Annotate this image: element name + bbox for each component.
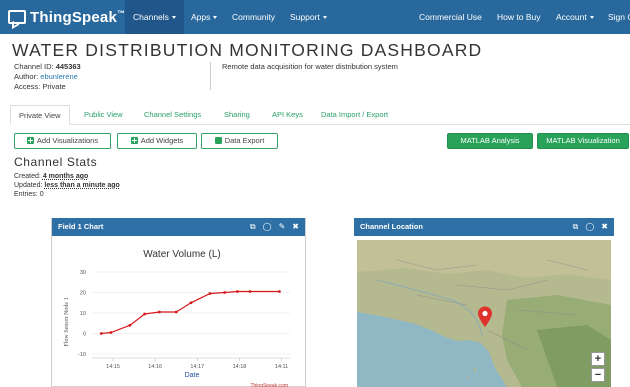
nav-community[interactable]: Community [232,0,275,34]
y-tick-label-3: 20 [80,291,86,297]
plus-icon [130,137,138,144]
field-1-chart-panel: Field 1 Chart ⧉ ◯ ✎ ✖ Water Volume (L) F… [51,218,306,387]
channel-stats: Created: 4 months ago Updated: less than… [14,173,120,198]
caret-down-icon [171,16,176,20]
thingspeak-credit: ThingSpeak.com [250,383,288,387]
data-point-11[interactable] [278,290,281,293]
field-1-line-chart: Water Volume (L) Flow Sensor Node 1 Date… [64,249,290,387]
comment-icon[interactable]: ◯ [585,218,594,236]
data-point-10[interactable] [248,290,252,293]
page-title: WATER DISTRIBUTION MONITORING DASHBOARD [12,40,483,60]
top-navbar: ThingSpeak™ Channels Apps Community Supp… [0,0,630,34]
data-point-7[interactable] [208,292,212,295]
nav-support[interactable]: Support [290,0,327,34]
tab-api-keys[interactable]: API Keys [272,105,303,125]
matlab-analysis-button[interactable]: MATLAB Analysis [447,133,533,149]
channel-stats-title: Channel Stats [14,155,98,169]
location-pin-icon[interactable] [477,306,493,328]
thingspeak-logo[interactable]: ThingSpeak™ [8,6,125,28]
nav-sign-out[interactable]: Sign O [608,0,630,34]
y-tick-label-2: 10 [80,311,86,317]
x-tick-label-0: 14:15 [106,364,120,370]
tab-channel-settings[interactable]: Channel Settings [144,105,201,125]
channel-location-panel: Channel Location ⧉ ◯ ✖ + − [354,218,614,387]
data-point-8[interactable] [223,291,227,294]
panel-header: Field 1 Chart ⧉ ◯ ✎ ✖ [52,218,305,236]
channel-meta: Channel ID: 445363 Author: ebunlerene Ac… [14,62,81,91]
panel-header: Channel Location ⧉ ◯ ✖ [354,218,614,236]
nav-apps[interactable]: Apps [191,0,218,34]
caret-down-icon [589,16,594,20]
nav-account[interactable]: Account [556,0,594,34]
data-export-button[interactable]: Data Export [201,133,278,149]
tab-public-view[interactable]: Public View [84,105,123,125]
close-icon[interactable]: ✖ [601,218,608,236]
data-point-6[interactable] [189,301,193,305]
add-visualizations-button[interactable]: Add Visualizations [14,133,111,149]
tab-data-import-export[interactable]: Data Import / Export [321,105,388,125]
entries-value: 0 [39,191,44,198]
y-tick-label-1: 0 [83,332,86,338]
close-icon[interactable]: ✖ [292,218,299,236]
data-point-3[interactable] [143,312,147,316]
data-point-5[interactable] [174,310,178,314]
created-value: 4 months ago [42,173,89,180]
caret-down-icon [322,16,327,20]
x-tick-label-1: 14:16 [148,364,162,370]
external-link-icon[interactable]: ⧉ [573,218,579,236]
data-point-4[interactable] [158,310,161,314]
x-tick-label-3: 14:18 [233,364,247,370]
y-axis-label: Flow Sensor Node 1 [64,297,70,346]
zoom-in-button[interactable]: + [591,352,605,366]
data-point-0[interactable] [99,332,103,335]
author-link[interactable]: ebunlerene [40,72,78,81]
plus-icon [26,137,34,144]
export-icon [214,137,222,144]
tab-sharing[interactable]: Sharing [224,105,250,125]
updated-value: less than a minute ago [44,182,120,189]
x-tick-label-4: 14:11 [275,364,288,370]
y-tick-label-4: 30 [80,270,86,276]
pencil-icon[interactable]: ✎ [279,218,286,236]
chart-title: Water Volume (L) [143,249,220,260]
add-widgets-button[interactable]: Add Widgets [117,133,197,149]
data-point-9[interactable] [235,290,239,293]
external-link-icon[interactable]: ⧉ [250,218,256,236]
speech-bubble-icon [8,10,26,24]
caret-down-icon [213,16,218,20]
zoom-out-button[interactable]: − [591,368,605,382]
matlab-visualization-button[interactable]: MATLAB Visualization [537,133,629,149]
nav-how-to-buy[interactable]: How to Buy [497,0,540,34]
series-line [101,290,280,335]
y-tick-label-0: -10 [78,352,86,358]
tab-private-view[interactable]: Private View [10,105,70,125]
nav-commercial-use[interactable]: Commercial Use [419,0,482,34]
meta-divider [210,62,211,90]
access-value: Private [42,82,66,91]
x-axis-label: Date [185,372,200,379]
location-map[interactable]: + − [357,240,611,387]
channel-description: Remote data acquisition for water distri… [222,62,398,71]
data-point-2[interactable] [128,323,132,327]
comment-icon[interactable]: ◯ [263,218,272,236]
data-point-1[interactable] [109,331,113,334]
channel-tabs: Private View Public View Channel Setting… [10,105,630,125]
channel-id: 445363 [55,62,81,71]
nav-channels[interactable]: Channels [125,0,184,34]
x-tick-label-2: 14:17 [190,364,204,370]
